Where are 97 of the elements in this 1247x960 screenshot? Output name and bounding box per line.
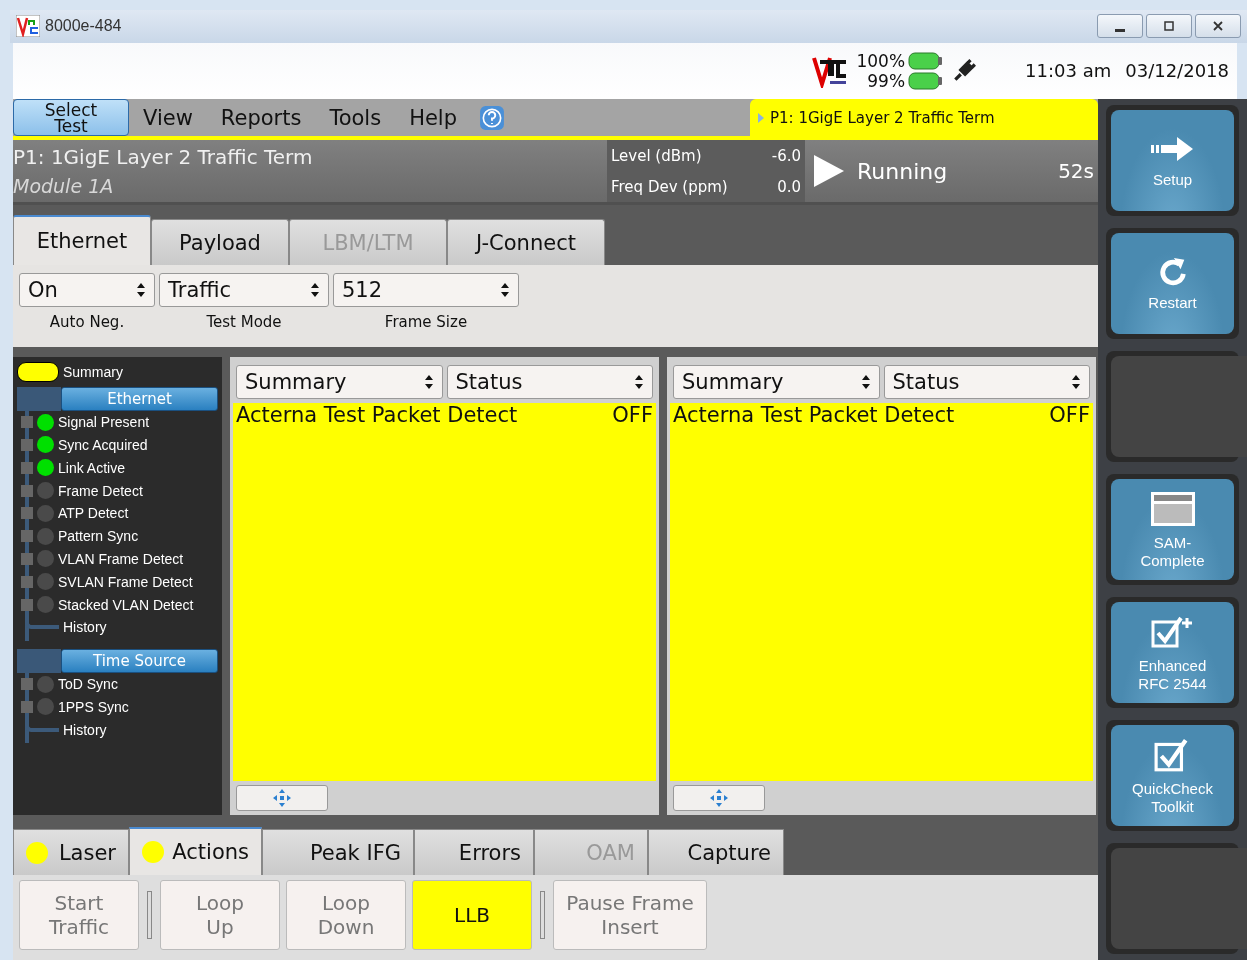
window-icon [1148,489,1197,528]
action-tab[interactable]: Actions [129,827,262,875]
action-button[interactable]: LLB [412,880,532,950]
maximize-button[interactable] [1146,14,1192,39]
window-title: 8000e-484 [45,17,122,36]
dropdown[interactable]: Status [446,365,653,399]
tree-node-icon [21,678,33,691]
action-button[interactable]: Loop Up [160,880,280,950]
setting-label: Auto Neg. [49,313,125,331]
action-tab[interactable]: Peak IFG [262,829,414,875]
setting-label: Test Mode [206,313,282,331]
action-button[interactable]: Start Traffic [19,880,139,950]
tree-item[interactable]: Sync Acquired [58,437,148,453]
tree-item[interactable]: History [63,721,107,738]
reading-label: Freq Dev (ppm) [611,177,728,196]
tree-item[interactable]: ToD Sync [58,676,118,693]
tree-item[interactable]: 1PPS Sync [58,698,129,715]
tree-item[interactable]: Frame Detect [58,482,143,499]
up-down-arrows-icon [1071,374,1081,390]
close-button[interactable] [1195,14,1241,39]
battery-icon [907,70,944,91]
action-tab[interactable]: Errors [414,829,534,875]
power-plug-icon [951,57,978,84]
battery-icon [907,50,944,71]
setting-label: Frame Size [384,313,468,331]
reading-label: Level (dBm) [611,146,702,165]
test-name: P1: 1GigE Layer 2 Traffic Term [13,145,314,169]
tree-node-icon [21,484,33,497]
elapsed-time: 52s [1058,159,1094,183]
tree-node-icon [21,461,33,474]
clock-date: 03/12/2018 [1125,60,1229,82]
maximize-icon [1163,20,1175,33]
move-icon [272,788,292,808]
active-test-tab[interactable]: P1: 1GigE Layer 2 Traffic Term [750,99,1098,136]
dropdown[interactable]: Summary [236,365,443,399]
tree-item[interactable]: Stacked VLAN Detect [58,596,194,613]
dropdown[interactable]: On [19,273,155,307]
dropdown[interactable]: Traffic [159,273,329,307]
reading-value: 0.0 [777,177,801,196]
tree-node-icon [21,552,33,565]
module-name: Module 1A [13,175,115,197]
up-down-arrows-icon [423,374,434,390]
action-tab[interactable]: Laser [13,829,129,875]
tree-item[interactable]: Link Active [58,459,125,476]
setup-tab[interactable]: J-Connect [447,219,605,265]
tree-item[interactable]: Signal Present [58,414,150,431]
tree-item[interactable]: SVLAN Frame Detect [58,573,193,590]
action-button[interactable]: Loop Down [286,880,406,950]
run-state: Running [857,158,948,184]
menu-item[interactable]: Tools [315,105,396,130]
result-value: OFF [1049,403,1090,427]
tree-node-icon [21,507,33,520]
help-icon[interactable] [479,104,506,131]
setup-tab[interactable]: Ethernet [13,215,151,265]
result-label: Acterna Test Packet Detect [673,403,955,427]
result-label: Acterna Test Packet Detect [236,403,518,427]
minimize-button[interactable] [1097,14,1143,39]
battery-percent: 99% [867,70,906,91]
up-down-arrows-icon [860,374,871,390]
result-value: OFF [612,403,653,427]
clock-time: 11:03 am [1025,60,1112,82]
action-tab[interactable]: Capture [648,829,784,875]
up-down-arrows-icon [634,374,644,390]
tree-node-icon [21,530,33,543]
minimize-icon [1115,28,1125,32]
tree-node-icon [21,416,33,429]
up-down-arrows-icon [310,282,320,298]
move-icon [709,788,729,808]
dropdown[interactable]: 512 [333,273,519,307]
menu-item[interactable]: Help [395,105,472,130]
tree-node-icon [21,598,33,611]
action-button[interactable]: Pause Frame Insert [553,880,707,950]
tree-item[interactable]: VLAN Frame Detect [58,550,184,567]
tree-item[interactable]: Pattern Sync [58,528,139,545]
summary-indicator-icon [17,362,59,383]
dropdown[interactable]: Status [883,365,1090,399]
up-down-arrows-icon [500,282,510,298]
menu-item[interactable]: Reports [206,105,316,130]
tree-item[interactable]: History [63,619,107,636]
move-button[interactable] [673,785,765,811]
tree-node-icon [21,700,33,713]
triangle-icon [758,112,764,123]
tree-node-icon [21,439,33,451]
app-logo-icon [16,15,40,38]
menu-item[interactable]: View [129,105,207,130]
close-icon [1212,20,1224,33]
play-icon [813,155,845,187]
up-down-arrows-icon [136,282,146,298]
tree-item[interactable]: Summary [63,364,123,381]
tree-node-icon [21,575,33,588]
dropdown[interactable]: Summary [673,365,880,399]
move-button[interactable] [236,785,328,811]
tree-item[interactable]: ATP Detect [58,505,129,522]
select-test-button[interactable]: Select Test [13,99,129,136]
battery-percent: 100% [856,50,906,71]
reading-value: -6.0 [771,146,801,165]
setup-tab[interactable]: Payload [151,219,289,265]
